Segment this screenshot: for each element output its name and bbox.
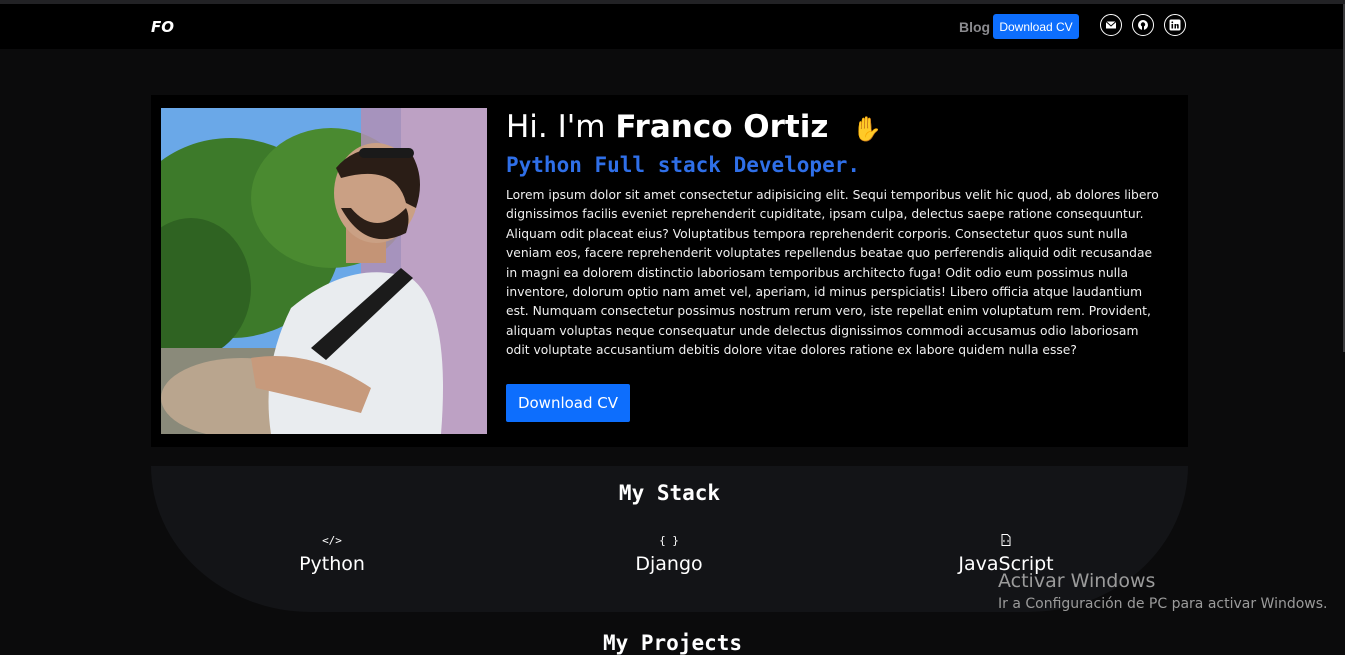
file-code-icon	[926, 534, 1086, 550]
stack-item-label: Python	[299, 553, 365, 575]
windows-activation-title: Activar Windows	[998, 570, 1156, 592]
github-icon-glyph	[1138, 20, 1148, 30]
braces-icon: { }	[659, 534, 679, 547]
linkedin-icon-glyph	[1169, 19, 1181, 31]
stack-item-django: { } Django	[589, 534, 749, 575]
stack-title: My Stack	[618, 481, 721, 505]
stack-item-javascript: JavaScript	[926, 534, 1086, 575]
hero-download-cv-button[interactable]: Download CV	[506, 384, 630, 422]
hero-greeting: Hi. I'm	[506, 109, 606, 145]
github-icon[interactable]	[1132, 14, 1154, 36]
nav-download-cv-button[interactable]: Download CV	[993, 14, 1079, 39]
file-code-icon-glyph	[1001, 534, 1011, 546]
hero-section: Hi. I'm Franco Ortiz ✋ Python Full stack…	[151, 95, 1188, 447]
profile-photo-illustration	[161, 108, 487, 434]
navbar: FO Blog Download CV	[0, 4, 1345, 49]
profile-photo	[161, 108, 487, 434]
hero-subtitle: Python Full stack Developer.	[506, 153, 861, 177]
windows-activation-subtitle: Ir a Configuración de PC para activar Wi…	[998, 596, 1328, 612]
hero-heading: Hi. I'm Franco Ortiz ✋	[506, 109, 882, 145]
linkedin-icon[interactable]	[1164, 14, 1186, 36]
code-icon: </>	[322, 534, 342, 547]
stack-item-label: Django	[635, 553, 703, 575]
stack-item-python: </> Python	[252, 534, 412, 575]
nav-link-blog[interactable]: Blog	[959, 19, 990, 35]
mail-icon-glyph	[1105, 21, 1117, 29]
brand-logo[interactable]: FO	[151, 18, 174, 36]
projects-title: My Projects	[602, 631, 743, 655]
mail-icon[interactable]	[1100, 14, 1122, 36]
hero-bio: Lorem ipsum dolor sit amet consectetur a…	[506, 188, 1159, 358]
wave-icon: ✋	[852, 115, 883, 143]
hero-name: Franco Ortiz	[615, 109, 829, 145]
